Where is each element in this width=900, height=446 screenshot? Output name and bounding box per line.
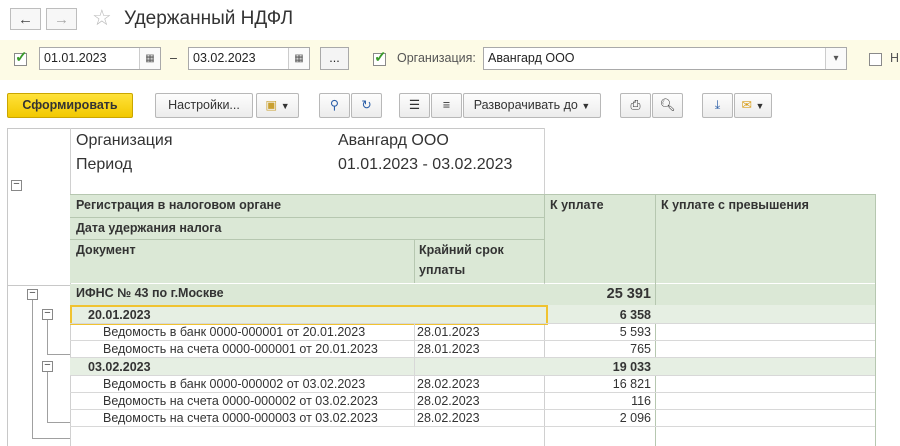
variant-menu-button[interactable]: ▣ ▼: [256, 93, 299, 118]
arrow-left-icon: ←: [18, 11, 33, 28]
list-collapse-icon: ☰: [408, 98, 421, 112]
header-withholding-date: Дата удержания налога: [76, 221, 222, 235]
list-expand-icon: ≡: [442, 98, 451, 112]
header-to-pay: К уплате: [550, 198, 604, 212]
doc-name: Ведомость на счета 0000-000002 от 03.02.…: [103, 394, 378, 408]
header-document: Документ: [76, 243, 136, 257]
date-from-field[interactable]: 01.01.2023 ▦: [39, 47, 161, 70]
doc-name: Ведомость в банк 0000-000001 от 20.01.20…: [103, 325, 366, 339]
page-title: Удержанный НДФЛ: [124, 8, 294, 29]
doc-name: Ведомость на счета 0000-000001 от 20.01.…: [103, 342, 378, 356]
doc-sum: 16 821: [612, 377, 651, 391]
doc-name: Ведомость на счета 0000-000003 от 03.02.…: [103, 411, 378, 425]
extra-checkbox[interactable]: [869, 53, 882, 66]
organization-checkbox[interactable]: [373, 48, 387, 66]
extra-label: Н: [890, 51, 900, 65]
preview-button[interactable]: 🔍︎: [652, 93, 683, 118]
doc-deadline: 28.01.2023: [417, 325, 480, 339]
favorite-star-icon[interactable]: ☆: [92, 5, 112, 31]
expand-groups-button[interactable]: ≡: [431, 93, 462, 118]
chevron-down-icon: ▼: [581, 101, 591, 111]
search-icon: ⚲: [329, 98, 340, 112]
date2-sum: 19 033: [612, 360, 651, 374]
organization-field[interactable]: Авангард ООО ▾: [483, 47, 847, 70]
chevron-down-icon[interactable]: ▾: [825, 48, 846, 69]
parameters-panel: 01.01.2023 ▦ – 03.02.2023 ▦ ... Организа…: [0, 40, 900, 80]
chevron-down-icon: ▼: [280, 101, 290, 111]
doc-sum: 116: [631, 394, 651, 408]
calendar-icon[interactable]: ▦: [139, 48, 160, 69]
doc-deadline: 28.01.2023: [417, 342, 480, 356]
find-button[interactable]: ⚲: [319, 93, 350, 118]
doc-sum: 2 096: [619, 411, 651, 425]
report-spreadsheet: Организация Авангард ООО Период 01.01.20…: [0, 128, 900, 446]
header-registration: Регистрация в налоговом органе: [76, 198, 282, 212]
period-value: 01.01.2023 - 03.02.2023: [338, 156, 513, 173]
table-row-date[interactable]: [70, 358, 875, 375]
period-select-button[interactable]: ...: [320, 47, 349, 70]
refresh-search-icon: ↻: [361, 98, 372, 112]
date1-sum: 6 358: [619, 308, 651, 322]
expand-to-dropdown[interactable]: Разворачивать до ▼: [463, 93, 601, 118]
generate-button[interactable]: Сформировать: [7, 93, 133, 118]
back-button[interactable]: ←: [10, 8, 41, 30]
doc-deadline: 28.02.2023: [417, 377, 480, 391]
collapse-date2-toggle[interactable]: −: [42, 360, 53, 372]
doc-deadline: 28.02.2023: [417, 411, 480, 425]
envelope-icon: ✉: [741, 98, 753, 112]
date-range-dash: –: [170, 51, 177, 65]
period-label: Период: [76, 156, 133, 173]
date2-label: 03.02.2023: [88, 360, 151, 374]
group-sum: 25 391: [606, 286, 651, 302]
group-name: ИФНС № 43 по г.Москве: [76, 286, 224, 300]
download-icon: ⤓: [714, 98, 721, 112]
doc-name: Ведомость в банк 0000-000002 от 03.02.20…: [103, 377, 366, 391]
doc-sum: 765: [630, 342, 651, 356]
calendar-icon[interactable]: ▦: [288, 48, 309, 69]
print-button[interactable]: ⎙: [620, 93, 651, 118]
selected-cell[interactable]: [70, 305, 548, 325]
org-value: Авангард ООО: [338, 132, 449, 149]
save-button[interactable]: ⤓: [702, 93, 733, 118]
org-label: Организация: [76, 132, 173, 149]
collapse-groups-button[interactable]: ☰: [399, 93, 430, 118]
forward-button[interactable]: →: [46, 8, 77, 30]
arrow-right-icon: →: [54, 11, 69, 28]
folder-icon: ▣: [265, 98, 278, 112]
organization-label: Организация:: [397, 51, 476, 65]
doc-sum: 5 593: [619, 325, 651, 339]
chevron-down-icon: ▼: [755, 101, 765, 111]
collapse-group-toggle[interactable]: −: [27, 288, 38, 300]
period-checkbox[interactable]: [14, 48, 28, 66]
find-next-button[interactable]: ↻: [351, 93, 382, 118]
collapse-date1-toggle[interactable]: −: [42, 308, 53, 320]
send-email-button[interactable]: ✉ ▼: [734, 93, 772, 118]
print-preview-icon: 🔍︎: [659, 98, 676, 112]
collapse-header-toggle[interactable]: −: [11, 179, 22, 191]
settings-button[interactable]: Настройки...: [155, 93, 253, 118]
doc-deadline: 28.02.2023: [417, 394, 480, 408]
header-deadline-line1: Крайний срок: [419, 243, 504, 257]
header-to-pay-excess: К уплате с превышения: [661, 198, 809, 212]
printer-icon: ⎙: [630, 98, 641, 112]
header-deadline-line2: уплаты: [419, 263, 466, 277]
date-to-field[interactable]: 03.02.2023 ▦: [188, 47, 310, 70]
